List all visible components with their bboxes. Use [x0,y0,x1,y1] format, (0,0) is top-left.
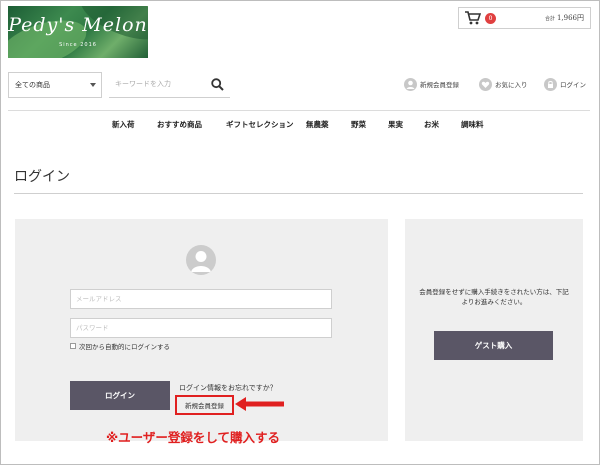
nav-item-fruits[interactable]: 果実 [388,119,403,130]
header-divider [8,110,590,111]
guest-description: 会員登録をせずに購入手続きをされたい方は、下記よりお進みください。 [419,288,569,306]
favorites-link[interactable]: お気に入り [479,77,528,91]
nav-item-organic[interactable]: 無農薬 [306,119,329,130]
annotation-callout: ※ユーザー登録をして購入する [106,430,281,445]
nav-item-recommended[interactable]: おすすめ商品 [157,119,202,130]
heart-icon [479,77,492,91]
cart-summary[interactable]: 0 合計 1,966円 [458,7,591,29]
login-button[interactable]: ログイン [70,381,170,410]
search-input[interactable] [109,72,205,96]
search-icon[interactable] [211,78,224,91]
page-title: ログイン [14,169,70,185]
cart-count-badge: 0 [485,12,496,24]
cart-total-label: 合計 [544,16,555,22]
user-icon [404,77,417,91]
remember-me[interactable]: 次回から自動的にログインする [70,341,170,351]
login-link[interactable]: ログイン [544,77,586,91]
title-divider [14,193,583,194]
site-logo[interactable]: Pedy's Melon Since 2016 [8,6,148,58]
cart-icon [465,11,481,25]
avatar [186,245,216,275]
favorites-link-label: お気に入り [495,81,528,89]
user-icon [191,251,211,272]
search-bar [109,72,230,98]
nav-item-vegetables[interactable]: 野菜 [351,119,366,130]
chevron-down-icon [90,83,96,87]
nav-item-seasonings[interactable]: 調味料 [461,119,484,130]
cart-total-value: 1,966円 [556,14,584,22]
nav-item-new-arrivals[interactable]: 新入荷 [112,119,135,130]
email-field[interactable] [70,289,332,309]
arrow-left-icon [235,397,284,411]
password-field[interactable] [70,318,332,338]
category-nav: 新入荷 おすすめ商品 ギフトセレクション 無農薬 野菜 果実 お米 調味料 [0,119,600,133]
nav-item-gift-selection[interactable]: ギフトセレクション [226,119,294,130]
remember-checkbox[interactable] [70,343,76,349]
category-select[interactable]: 全ての商品 [8,72,102,98]
category-select-value: 全ての商品 [15,81,50,89]
remember-label: 次回から自動的にログインする [79,343,170,351]
guest-panel [405,219,583,441]
lock-icon [544,77,557,91]
register-link-label: 新規会員登録 [420,81,459,89]
forgot-password-link[interactable]: ログイン情報をお忘れですか？ [179,383,277,393]
login-link-label: ログイン [560,81,586,89]
cart-total: 合計 1,966円 [545,13,584,23]
logo-brand-text: Pedy's Melon [8,14,148,36]
new-member-register-link[interactable]: 新規会員登録 [175,395,234,415]
logo-since-text: Since 2016 [59,42,97,48]
guest-purchase-button[interactable]: ゲスト購入 [434,331,553,360]
nav-item-rice[interactable]: お米 [424,119,439,130]
register-link[interactable]: 新規会員登録 [404,77,459,91]
new-member-register-label: 新規会員登録 [185,402,224,410]
